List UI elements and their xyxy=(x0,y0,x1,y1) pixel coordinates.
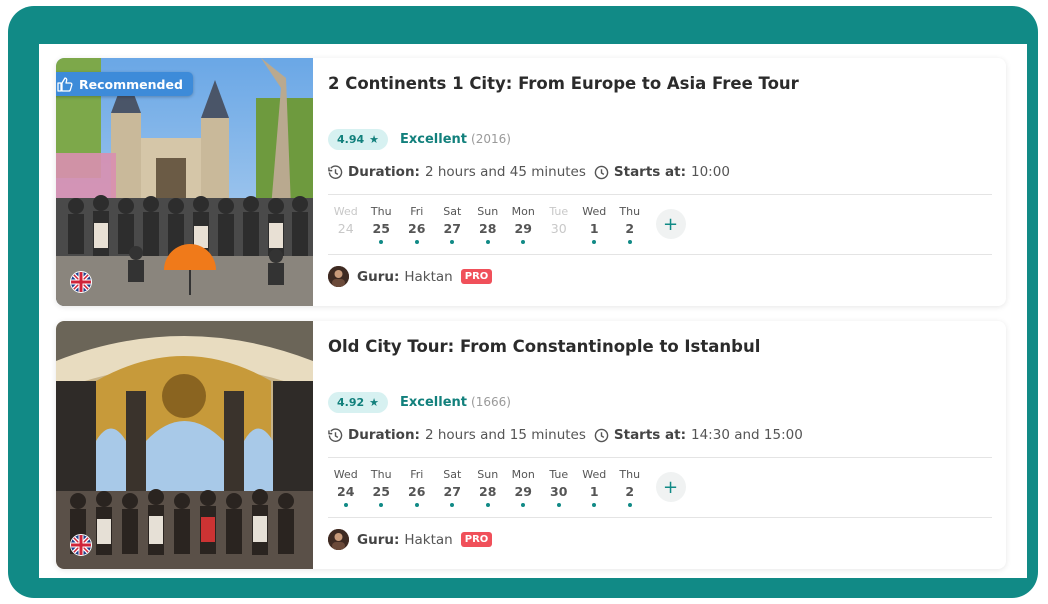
clock-icon xyxy=(594,165,609,180)
score-badge: 4.94 ★ xyxy=(328,129,389,150)
date-option[interactable]: Wed 24 xyxy=(328,468,364,507)
date-selector: Wed 24 Thu 25 Fri 26 Sat 27 Sun 28 Mon 29 Tue 3… xyxy=(328,468,686,507)
rating-row: 4.92 ★ Excellent (1666) xyxy=(328,392,511,413)
starts-value: 14:30 and 15:00 xyxy=(691,427,803,443)
avatar[interactable] xyxy=(328,266,349,287)
date-option[interactable]: Mon 29 xyxy=(506,205,542,244)
tour-card[interactable]: Recommended 2 Continents 1 City: From Eu… xyxy=(56,58,1006,306)
history-clock-icon xyxy=(328,427,343,443)
starts-label: Starts at: xyxy=(613,164,686,180)
meta-row: Duration: 2 hours and 15 minutes Starts … xyxy=(328,427,803,443)
rating-text: Excellent xyxy=(400,395,468,410)
clock-icon xyxy=(594,428,609,443)
date-option[interactable]: Tue 30 xyxy=(541,468,577,507)
duration-value: 2 hours and 45 minutes xyxy=(424,164,586,180)
rating-label: Excellent (1666) xyxy=(400,395,511,410)
date-option[interactable]: Wed 1 xyxy=(577,205,613,244)
score-value: 4.92 xyxy=(337,396,365,409)
date-option[interactable]: Fri 26 xyxy=(399,468,435,507)
date-option[interactable]: Sat 27 xyxy=(435,468,471,507)
more-dates-button[interactable]: + xyxy=(655,472,686,502)
rating-label: Excellent (2016) xyxy=(400,132,511,147)
date-selector: Wed 24 Thu 25 Fri 26 Sat 27 Sun 28 Mon 29 Tue 3… xyxy=(328,205,686,244)
date-option[interactable]: Mon 29 xyxy=(506,468,542,507)
guru-name[interactable]: Haktan xyxy=(404,269,452,285)
date-option: Wed 24 xyxy=(333,205,358,236)
review-count: (2016) xyxy=(471,132,511,146)
date-option[interactable]: Wed 1 xyxy=(577,468,613,507)
fountain-photo xyxy=(56,321,313,569)
tour-title[interactable]: Old City Tour: From Constantinople to Is… xyxy=(328,337,760,356)
date-option[interactable]: Sun 28 xyxy=(470,468,506,507)
guru-label: Guru: xyxy=(357,268,400,285)
date-option[interactable]: Thu 25 xyxy=(364,468,400,507)
tour-title[interactable]: 2 Continents 1 City: From Europe to Asia… xyxy=(328,74,799,93)
tour-list: Recommended 2 Continents 1 City: From Eu… xyxy=(39,44,1027,578)
tour-photo[interactable] xyxy=(56,321,313,569)
history-clock-icon xyxy=(328,164,343,180)
divider xyxy=(328,194,992,195)
review-count: (1666) xyxy=(471,395,511,409)
star-icon: ★ xyxy=(369,396,380,409)
pro-badge: PRO xyxy=(460,532,493,547)
tour-info: Old City Tour: From Constantinople to Is… xyxy=(328,321,992,569)
date-option[interactable]: Thu 25 xyxy=(364,205,400,244)
guru-row: Guru: Haktan PRO xyxy=(328,266,493,287)
meta-row: Duration: 2 hours and 45 minutes Starts … xyxy=(328,164,730,180)
pro-badge: PRO xyxy=(460,269,493,284)
tour-info: 2 Continents 1 City: From Europe to Asia… xyxy=(328,58,992,306)
plus-icon: + xyxy=(662,476,679,498)
guru-name[interactable]: Haktan xyxy=(404,532,452,548)
duration-label: Duration: xyxy=(348,427,420,443)
date-option[interactable]: Fri 26 xyxy=(399,205,435,244)
uk-flag-icon xyxy=(70,534,92,556)
date-option[interactable]: Thu 2 xyxy=(612,205,648,244)
tour-photo[interactable]: Recommended xyxy=(56,58,313,306)
divider xyxy=(328,457,992,458)
date-option[interactable]: Sun 28 xyxy=(470,205,506,244)
avatar[interactable] xyxy=(328,529,349,550)
more-dates-button[interactable]: + xyxy=(655,209,686,239)
rating-row: 4.94 ★ Excellent (2016) xyxy=(328,129,511,150)
divider xyxy=(328,254,992,255)
guru-row: Guru: Haktan PRO xyxy=(328,529,493,550)
tour-card[interactable]: Old City Tour: From Constantinople to Is… xyxy=(56,321,1006,569)
star-icon: ★ xyxy=(369,133,380,146)
date-option: Tue 30 xyxy=(549,205,569,236)
recommended-badge: Recommended xyxy=(56,72,193,96)
recommended-label: Recommended xyxy=(79,76,183,92)
starts-value: 10:00 xyxy=(691,164,730,180)
guru-label: Guru: xyxy=(357,531,400,548)
duration-value: 2 hours and 15 minutes xyxy=(424,427,586,443)
date-option[interactable]: Thu 2 xyxy=(612,468,648,507)
rating-text: Excellent xyxy=(400,132,468,147)
date-option[interactable]: Sat 27 xyxy=(435,205,471,244)
thumbs-up-icon xyxy=(57,76,73,92)
divider xyxy=(328,517,992,518)
score-badge: 4.92 ★ xyxy=(328,392,389,413)
starts-label: Starts at: xyxy=(613,427,686,443)
plus-icon: + xyxy=(662,213,679,235)
teal-frame: Recommended 2 Continents 1 City: From Eu… xyxy=(8,6,1038,598)
duration-label: Duration: xyxy=(348,164,420,180)
score-value: 4.94 xyxy=(337,133,365,146)
uk-flag-icon xyxy=(70,271,92,293)
